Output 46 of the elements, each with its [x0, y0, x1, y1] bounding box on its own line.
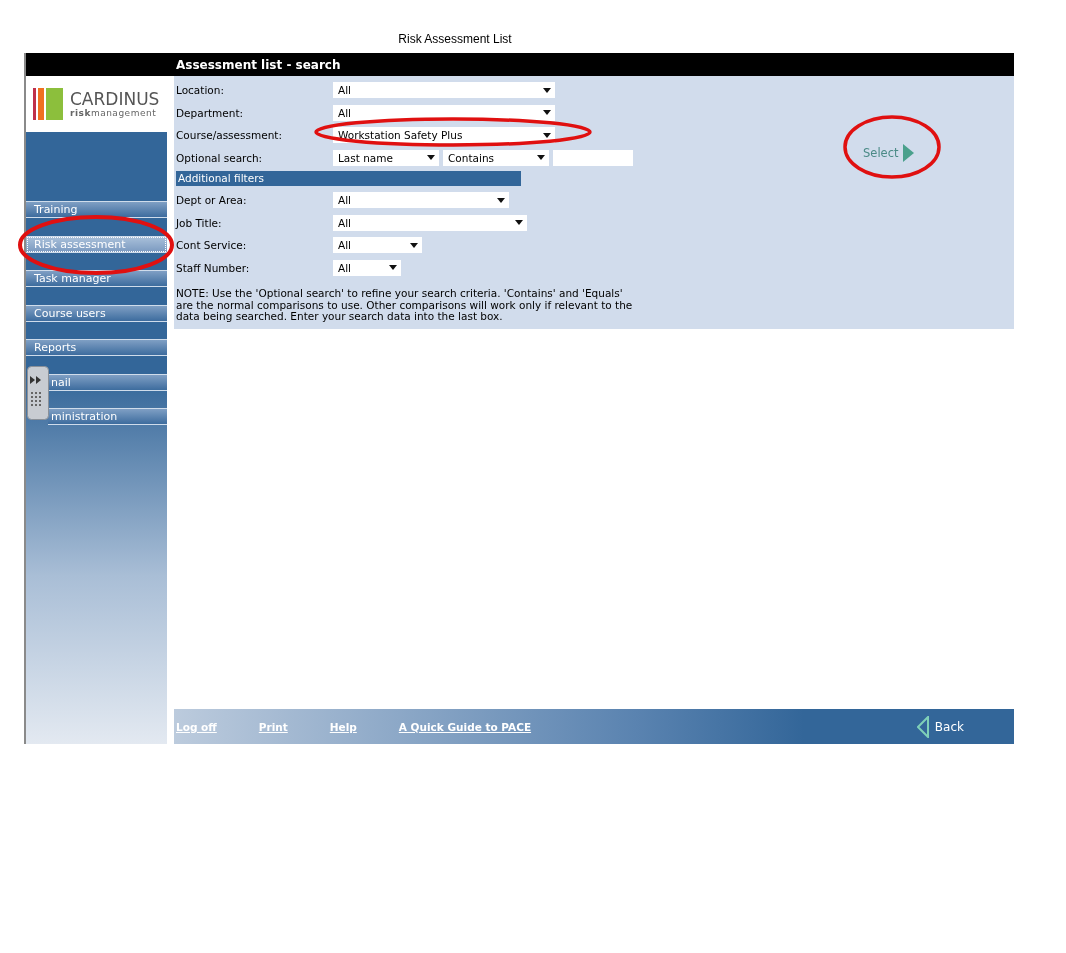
dropdown[interactable]: All — [333, 104, 555, 121]
menu-item[interactable]: Training — [26, 201, 167, 218]
side-handle[interactable] — [27, 366, 49, 420]
dropdown[interactable]: All — [333, 214, 527, 231]
footer-link[interactable]: A Quick Guide to PACE — [398, 720, 532, 733]
footer-link[interactable]: Help — [329, 720, 357, 733]
field-label: Dept or Area: — [176, 194, 248, 207]
field-label: Job Title: — [176, 216, 223, 229]
back-arrow-icon — [916, 715, 929, 738]
logo-bars-icon — [33, 88, 63, 120]
section-header: Additional filters — [176, 171, 521, 186]
field-label: Department: — [176, 106, 245, 119]
caret-icon — [543, 87, 551, 93]
caret-icon — [410, 242, 418, 248]
menu-item[interactable]: Risk assessment — [26, 235, 167, 253]
dropdown[interactable]: Contains — [443, 149, 549, 166]
note-text: NOTE: Use the 'Optional search' to refine your search criteria. 'Contains' and 'Equals' are the normal comparisons to use. Other comparisons will work only if relevant to the data being searched. Enter your search data into the last box. — [176, 288, 634, 323]
header-title: Assessment list - search — [176, 57, 341, 72]
menu-item[interactable]: ministration — [48, 408, 167, 425]
caret-icon — [543, 110, 551, 116]
logo-name: CARDINUS — [70, 90, 160, 108]
caret-icon — [543, 132, 551, 138]
dropdown[interactable]: Last name — [333, 149, 439, 166]
dropdown[interactable]: Workstation Safety Plus — [333, 127, 555, 144]
field-label: Course/assessment: — [176, 129, 283, 142]
caret-icon — [515, 220, 523, 226]
caret-icon — [427, 155, 435, 161]
dropdown[interactable]: All — [333, 82, 555, 99]
logo-tagline: riskmanagement — [70, 108, 158, 118]
search-field[interactable] — [553, 149, 633, 166]
dropdown[interactable]: All — [333, 259, 401, 276]
caret-icon — [497, 197, 505, 203]
page-title: Risk Assessment List — [398, 32, 512, 46]
menu-item[interactable]: Course users — [26, 304, 167, 322]
dropdown[interactable]: All — [333, 237, 422, 254]
play-icon — [903, 144, 915, 162]
field-label: Staff Number: — [176, 261, 251, 274]
menu-item[interactable]: nail — [48, 373, 167, 391]
menu-item[interactable]: Reports — [26, 339, 167, 356]
field-label: Optional search: — [176, 151, 264, 164]
caret-icon — [537, 155, 545, 161]
dropdown[interactable]: All — [333, 192, 509, 209]
caret-icon — [389, 265, 397, 271]
field-label: Cont Service: — [176, 239, 248, 252]
field-label: Location: — [176, 84, 225, 97]
back-button[interactable]: Back — [916, 715, 964, 738]
